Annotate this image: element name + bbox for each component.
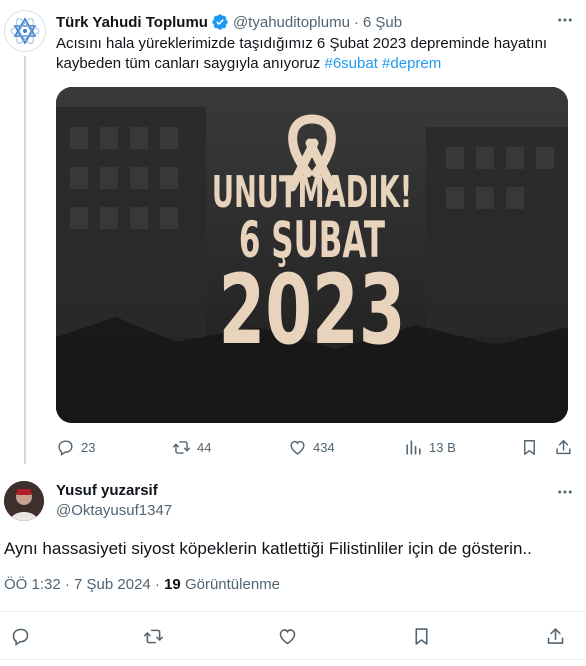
reply-views-label: Görüntülenme [180, 576, 281, 593]
user-avatar-photo [4, 481, 44, 521]
retweet-button[interactable]: 44 [172, 436, 211, 458]
retweet-icon [172, 440, 191, 454]
more-horizontal-icon [558, 18, 572, 22]
divider-top [0, 611, 586, 612]
hashtag-deprem[interactable]: #deprem [382, 55, 441, 72]
tweet-header: Türk Yahudi Toplumu @tyahuditoplumu · 6 … [56, 12, 576, 32]
star-of-david-logo-icon [10, 17, 40, 45]
separator-dot: · [353, 13, 359, 31]
reply-author-avatar[interactable] [4, 481, 44, 521]
memorial-poster-image: UNUTMADIK! 6 ŞUBAT 2023 [56, 87, 568, 423]
reply-icon [58, 439, 73, 456]
thread-connector-line [24, 56, 26, 464]
reply-author-name[interactable]: Yusuf yuzarsif [56, 482, 158, 499]
reply-like-button[interactable] [275, 624, 299, 648]
tweet-date[interactable]: 6 Şub [363, 14, 402, 31]
bookmark-button[interactable] [520, 436, 539, 458]
more-options-button[interactable] [554, 9, 576, 31]
share-icon [556, 439, 571, 454]
reply-icon [12, 628, 28, 646]
views-count: 13 B [429, 439, 456, 455]
author-name[interactable]: Türk Yahudi Toplumu [56, 14, 208, 31]
like-button[interactable]: 434 [288, 436, 335, 458]
reply-count: 23 [81, 439, 96, 455]
reply-bookmark-button[interactable] [409, 624, 433, 648]
share-icon [547, 627, 563, 644]
retweet-count: 44 [197, 439, 212, 455]
author-handle[interactable]: @tyahuditoplumu [233, 14, 350, 31]
reply-more-options-button[interactable] [554, 481, 576, 503]
divider-bottom [0, 659, 586, 660]
tweet-text-body: Acısını hala yüreklerimizde taşıdığımız … [56, 35, 548, 72]
views-button[interactable]: 13 B [404, 436, 456, 458]
image-text-line3: 2023 [218, 254, 405, 366]
reply-retweet-button[interactable] [141, 624, 165, 648]
reply-author-handle[interactable]: @Oktayusuf1347 [56, 502, 172, 519]
reply-reply-button[interactable] [8, 624, 32, 648]
reply-share-button[interactable] [543, 624, 567, 648]
tweet-action-bar: 23 44 434 13 B [56, 436, 576, 458]
share-button[interactable] [554, 436, 573, 458]
reply-timestamp[interactable]: ÖÖ 1:32 · 7 Şub 2024 · [4, 576, 164, 593]
reply-meta: ÖÖ 1:32 · 7 Şub 2024 · 19 Görüntülenme [4, 576, 280, 593]
heart-icon [290, 440, 305, 455]
tweet-text: Acısını hala yüreklerimizde taşıdığımız … [56, 34, 576, 74]
org-avatar[interactable] [4, 10, 46, 52]
verified-badge-icon [212, 14, 228, 30]
reply-views-count: 19 [164, 576, 181, 593]
reply-text: Aynı hassasiyeti siyost köpeklerin katle… [4, 539, 532, 558]
reply-button[interactable]: 23 [56, 436, 95, 458]
heart-icon [279, 628, 295, 644]
views-chart-icon [406, 439, 421, 455]
bookmark-icon [524, 439, 535, 455]
bookmark-icon [414, 627, 428, 645]
like-count: 434 [313, 439, 335, 455]
more-horizontal-icon [558, 490, 572, 494]
retweet-icon [143, 629, 163, 643]
reply-action-bar [0, 624, 586, 648]
tweet-image[interactable]: UNUTMADIK! 6 ŞUBAT 2023 [56, 87, 568, 423]
hashtag-6subat[interactable]: #6subat [324, 55, 377, 72]
